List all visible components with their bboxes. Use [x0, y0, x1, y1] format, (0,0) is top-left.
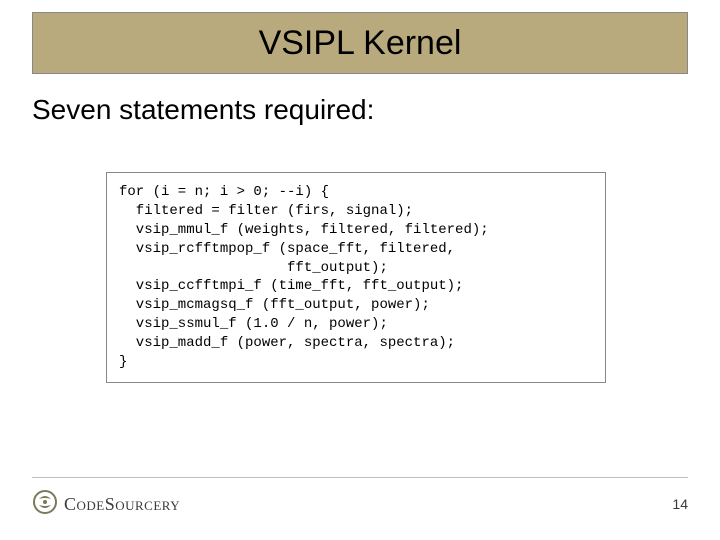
title-band: VSIPL Kernel [32, 12, 688, 74]
slide: VSIPL Kernel Seven statements required: … [0, 0, 720, 540]
logo-text: CodeSourcery [64, 494, 180, 515]
slide-title: VSIPL Kernel [259, 24, 462, 63]
footer: CodeSourcery 14 [32, 477, 688, 524]
code-box: for (i = n; i > 0; --i) { filtered = fil… [106, 172, 606, 383]
code-content: for (i = n; i > 0; --i) { filtered = fil… [119, 183, 593, 372]
slide-subtitle: Seven statements required: [32, 94, 374, 126]
logo-icon [32, 489, 58, 520]
page-number: 14 [672, 496, 688, 512]
logo: CodeSourcery [32, 489, 180, 520]
